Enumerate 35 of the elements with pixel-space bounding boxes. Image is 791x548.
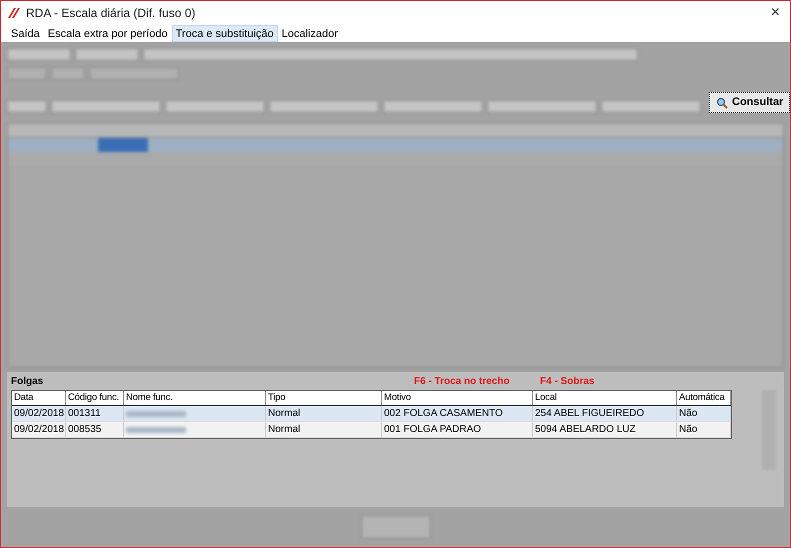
table-cell: Normal [266, 422, 382, 437]
table-cell: 254 ABEL FIGUEIREDO [533, 406, 677, 421]
column-header[interactable]: Motivo [382, 391, 533, 405]
table-cell: 002 FOLGA CASAMENTO [382, 406, 533, 421]
column-header[interactable]: Nome func. [124, 391, 266, 405]
table-cell: Não [677, 406, 731, 421]
column-header[interactable]: Automática [677, 391, 731, 405]
shortcut-hint: F6 - Troca no trecho [414, 374, 511, 388]
consultar-button[interactable]: Consultar [709, 92, 790, 113]
magnifier-icon [716, 96, 728, 108]
menu-item[interactable]: Localizador [278, 24, 342, 42]
table-cell: 008535 [66, 422, 124, 437]
table-cell: 001311 [66, 406, 124, 421]
close-button[interactable]: × [766, 4, 784, 20]
table-cell: 09/02/2018 [12, 406, 66, 421]
column-header[interactable]: Tipo [266, 391, 382, 405]
menu-item[interactable]: Saída [7, 24, 44, 42]
menu-item[interactable]: Troca e substituição [172, 24, 278, 42]
shortcut-hint: F4 - Sobras [540, 374, 596, 388]
table-cell: 001 FOLGA PADRAO [382, 422, 533, 437]
section-title: Folgas [11, 374, 44, 388]
table-row[interactable]: 09/02/2018 008535 Normal 001 FOLGA PADRAO 5094 ABELARDO LUZ Não [12, 422, 731, 438]
window-title: RDA - Escala diária (Dif. fuso 0) [26, 4, 196, 22]
table-row[interactable]: 09/02/2018 001311 Normal 002 FOLGA CASAMENTO 254 ABEL FIGUEIREDO Não [12, 406, 731, 422]
table-cell: Não [677, 422, 731, 437]
menu-item[interactable]: Escala extra por período [44, 24, 172, 42]
blurred-name [126, 426, 186, 432]
app-logo-icon [7, 6, 21, 18]
table-cell: 09/02/2018 [12, 422, 66, 437]
column-header[interactable]: Data [12, 391, 66, 405]
blurred-name [126, 410, 186, 416]
table-cell: Normal [266, 406, 382, 421]
column-header[interactable]: Código func. [66, 391, 124, 405]
column-header[interactable]: Local [533, 391, 677, 405]
table-cell: 5094 ABELARDO LUZ [533, 422, 677, 437]
